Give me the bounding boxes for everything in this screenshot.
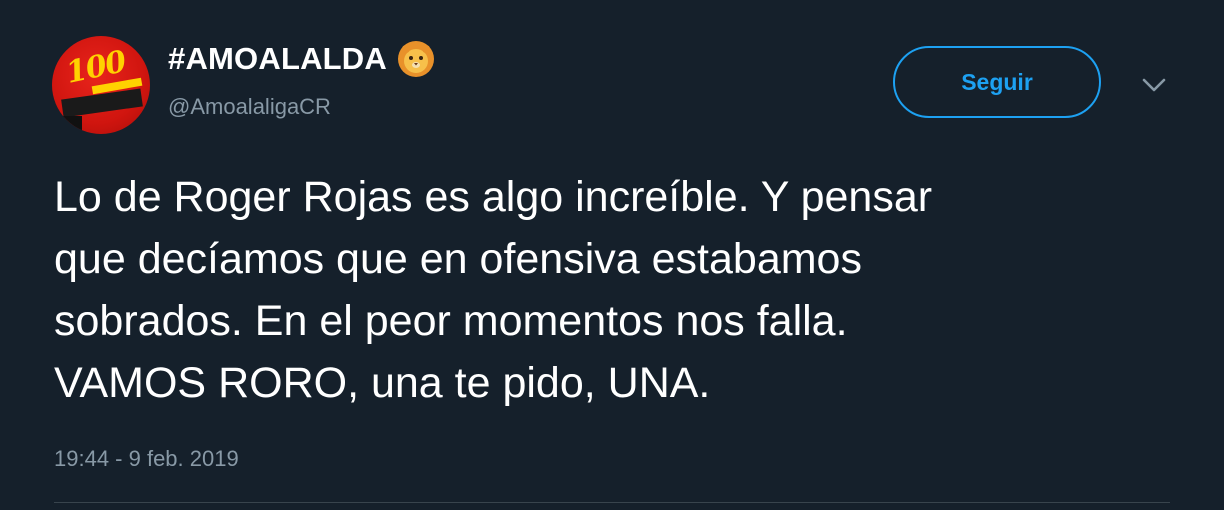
display-name[interactable]: #AMOALALDA xyxy=(168,40,435,78)
tweet-text-line: Lo de Roger Rojas es algo increíble. Y p… xyxy=(54,173,933,221)
display-name-text: #AMOALALDA xyxy=(168,41,387,76)
tweet-text-line: que decíamos que en ofensiva estabamos xyxy=(54,235,862,283)
chevron-down-icon[interactable] xyxy=(1140,74,1168,96)
divider xyxy=(54,502,1170,503)
tweet-card: 100 #AMOALALDA @AmoalaligaCR Seguir Lo d… xyxy=(0,0,1224,510)
avatar[interactable]: 100 xyxy=(52,36,150,134)
follow-button[interactable]: Seguir xyxy=(893,46,1101,118)
user-handle[interactable]: @AmoalaligaCR xyxy=(168,94,331,120)
avatar-ribbon xyxy=(61,88,143,118)
tweet-text: Lo de Roger Rojas es algo increíble. Y p… xyxy=(54,166,1174,414)
tweet-timestamp[interactable]: 19:44 - 9 feb. 2019 xyxy=(54,446,239,472)
tweet-text-line: sobrados. En el peor momentos nos falla. xyxy=(54,297,848,345)
lion-face-icon xyxy=(397,40,435,78)
tweet-text-line: VAMOS RORO, una te pido, UNA. xyxy=(54,359,711,407)
avatar-shape xyxy=(60,116,82,130)
